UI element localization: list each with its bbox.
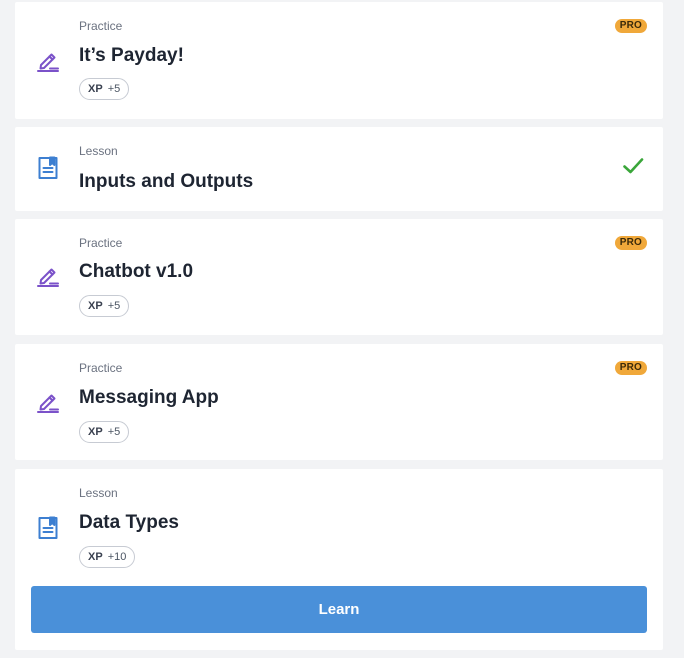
lesson-document-icon xyxy=(35,155,61,181)
pro-badge: PRO xyxy=(614,236,647,250)
learn-button[interactable]: Learn xyxy=(31,586,647,633)
item-title: It’s Payday! xyxy=(79,45,184,66)
xp-value: +5 xyxy=(107,300,121,312)
checkmark-icon xyxy=(621,154,645,178)
xp-value: +10 xyxy=(107,551,127,563)
xp-badge: XP +5 xyxy=(79,78,130,100)
item-kind-label: Practice xyxy=(79,236,123,250)
xp-value: +5 xyxy=(107,426,121,438)
item-title: Chatbot v1.0 xyxy=(79,261,194,282)
edit-pencil-icon xyxy=(35,263,61,289)
xp-badge: XP +5 xyxy=(79,421,130,443)
xp-label: XP xyxy=(88,551,103,563)
lesson-item-card[interactable]: Practice Messaging App XP +5 PRO xyxy=(15,344,663,460)
item-kind-label: Practice xyxy=(79,19,123,33)
item-kind-label: Lesson xyxy=(79,144,118,158)
lesson-document-icon xyxy=(35,515,61,541)
lesson-item-card[interactable]: Lesson Data Types XP +10 Learn xyxy=(15,469,663,650)
xp-badge: XP +10 xyxy=(79,546,136,568)
xp-label: XP xyxy=(88,83,103,95)
edit-pencil-icon xyxy=(35,48,61,74)
item-title: Data Types xyxy=(79,512,179,533)
item-title: Inputs and Outputs xyxy=(79,171,254,192)
item-kind-label: Lesson xyxy=(79,486,118,500)
pro-badge: PRO xyxy=(614,19,647,33)
lesson-item-card[interactable]: Practice It’s Payday! XP +5 PRO xyxy=(15,2,663,119)
xp-value: +5 xyxy=(107,83,121,95)
pro-badge: PRO xyxy=(614,361,647,375)
xp-label: XP xyxy=(88,426,103,438)
xp-badge: XP +5 xyxy=(79,295,130,317)
lesson-item-card[interactable]: Lesson Inputs and Outputs xyxy=(15,127,663,211)
item-kind-label: Practice xyxy=(79,361,123,375)
lesson-item-card[interactable]: Practice Chatbot v1.0 XP +5 PRO xyxy=(15,219,663,335)
edit-pencil-icon xyxy=(35,389,61,415)
xp-label: XP xyxy=(88,300,103,312)
item-title: Messaging App xyxy=(79,387,219,408)
